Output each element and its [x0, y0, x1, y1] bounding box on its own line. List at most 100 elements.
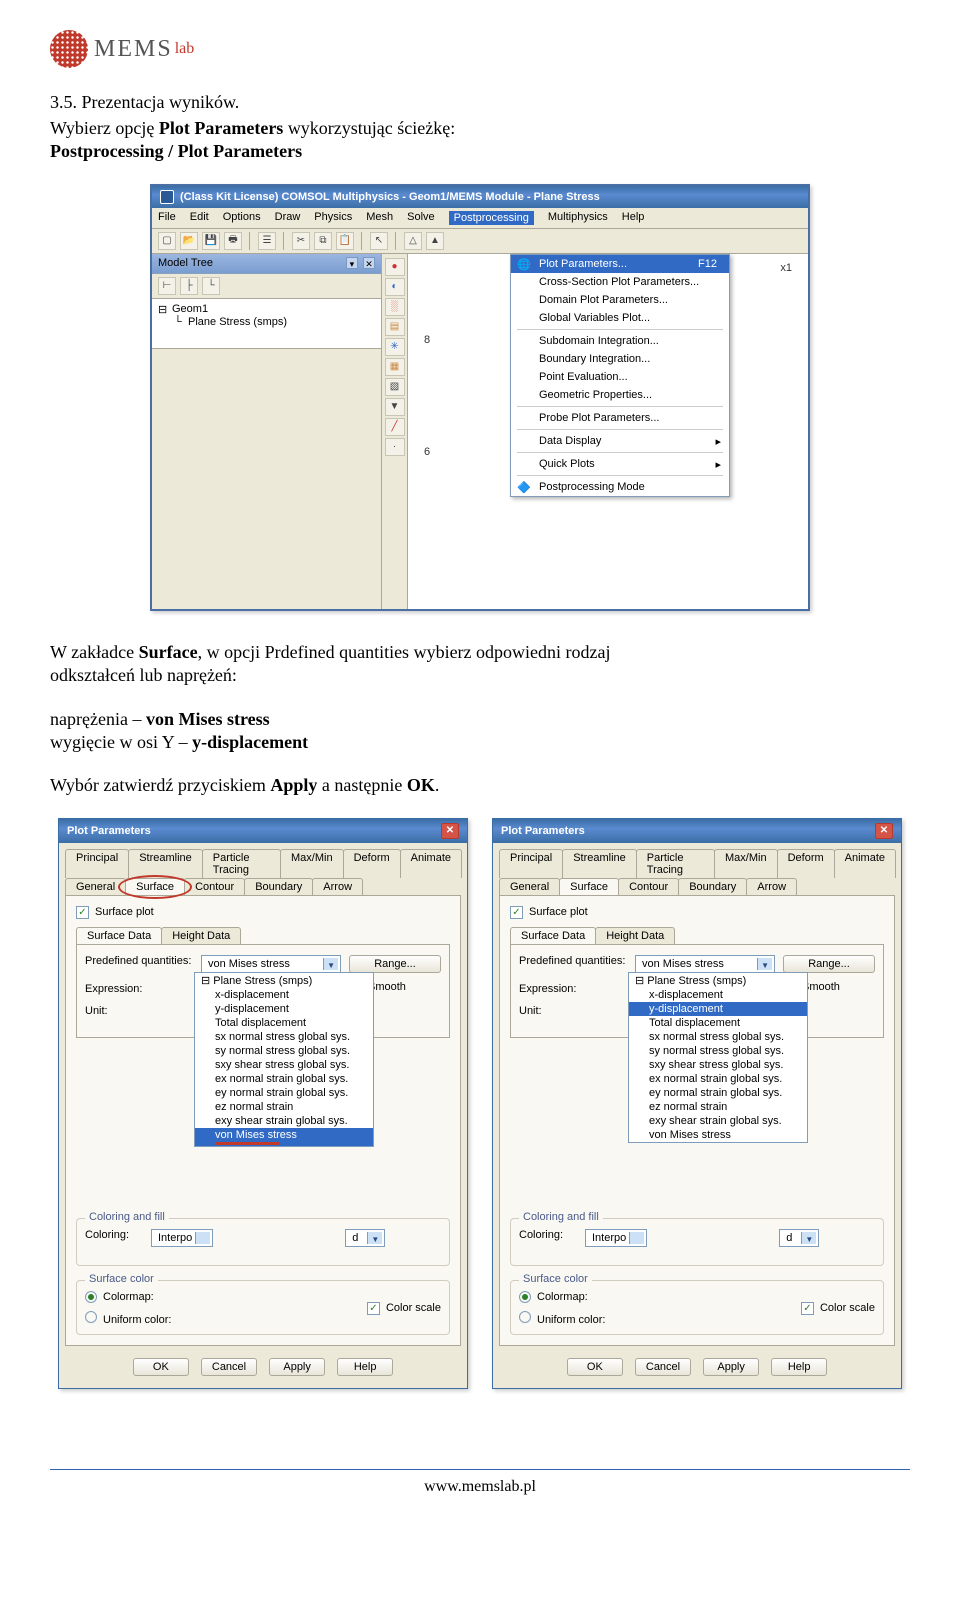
menu-file[interactable]: File: [158, 211, 176, 225]
coloring-combo[interactable]: Interpo: [151, 1229, 213, 1247]
tab-surface[interactable]: Surface: [125, 878, 185, 895]
menu-item[interactable]: Point Evaluation...: [511, 368, 729, 386]
uniform-radio[interactable]: Uniform color:: [519, 1311, 605, 1326]
copy-icon[interactable]: ⧉: [314, 232, 332, 250]
menu-options[interactable]: Options: [223, 211, 261, 225]
menu-item[interactable]: Probe Plot Parameters...: [511, 409, 729, 427]
dropdown-item[interactable]: x-displacement: [629, 988, 807, 1002]
tab-particle-tracing[interactable]: Particle Tracing: [202, 849, 281, 878]
tab-max/min[interactable]: Max/Min: [714, 849, 778, 878]
new-icon[interactable]: ▢: [158, 232, 176, 250]
triangle-icon[interactable]: △: [404, 232, 422, 250]
menu-item[interactable]: Global Variables Plot...: [511, 309, 729, 327]
vtool-icon[interactable]: ▧: [385, 378, 405, 396]
coloring-combo[interactable]: Interpo: [585, 1229, 647, 1247]
subtab-height-data[interactable]: Height Data: [161, 927, 241, 944]
close-icon[interactable]: ✕: [441, 823, 459, 839]
tab-streamline[interactable]: Streamline: [128, 849, 203, 878]
close-icon[interactable]: ✕: [875, 823, 893, 839]
menu-solve[interactable]: Solve: [407, 211, 435, 225]
ok-button[interactable]: OK: [133, 1358, 189, 1376]
predefined-combo[interactable]: von Mises stress▼: [201, 955, 341, 973]
dropdown-item[interactable]: sy normal stress global sys.: [195, 1044, 373, 1058]
menu-edit[interactable]: Edit: [190, 211, 209, 225]
tab-streamline[interactable]: Streamline: [562, 849, 637, 878]
cancel-button[interactable]: Cancel: [201, 1358, 257, 1376]
predefined-dropdown[interactable]: ⊟ Plane Stress (smps)x-displacementy-dis…: [194, 972, 374, 1147]
close-icon[interactable]: ✕: [363, 257, 375, 269]
tree-item[interactable]: Plane Stress (smps): [188, 316, 287, 328]
panel-icon[interactable]: ▾: [346, 257, 358, 269]
dropdown-item[interactable]: sx normal stress global sys.: [195, 1030, 373, 1044]
tab-principal[interactable]: Principal: [499, 849, 563, 878]
menu-draw[interactable]: Draw: [275, 211, 301, 225]
colormap-radio[interactable]: Colormap:: [519, 1291, 605, 1303]
tab-principal[interactable]: Principal: [65, 849, 129, 878]
subtab-surface-data[interactable]: Surface Data: [510, 927, 596, 944]
menu-item[interactable]: Cross-Section Plot Parameters...: [511, 273, 729, 291]
tab-boundary[interactable]: Boundary: [244, 878, 313, 895]
save-icon[interactable]: 💾: [202, 232, 220, 250]
colorscale-checkbox[interactable]: ✓ Color scale: [801, 1302, 875, 1315]
menu-item[interactable]: Geometric Properties...: [511, 386, 729, 404]
tab-contour[interactable]: Contour: [184, 878, 245, 895]
tab-deform[interactable]: Deform: [777, 849, 835, 878]
dropdown-item[interactable]: ey normal strain global sys.: [195, 1086, 373, 1100]
tab-surface[interactable]: Surface: [559, 878, 619, 895]
postprocessing-menu[interactable]: 🌐Plot Parameters...F12Cross-Section Plot…: [510, 254, 730, 497]
menu-item[interactable]: Boundary Integration...: [511, 350, 729, 368]
print-icon[interactable]: 🖶: [224, 232, 242, 250]
apply-button[interactable]: Apply: [703, 1358, 759, 1376]
tab-general[interactable]: General: [499, 878, 560, 895]
fill-combo[interactable]: d▼: [345, 1229, 385, 1247]
mesh-icon[interactable]: ▲: [426, 232, 444, 250]
dropdown-item[interactable]: exy shear strain global sys.: [629, 1114, 807, 1128]
paste-icon[interactable]: 📋: [336, 232, 354, 250]
vtool-icon[interactable]: ░: [385, 298, 405, 316]
dropdown-item[interactable]: y-displacement: [195, 1002, 373, 1016]
dropdown-item[interactable]: von Mises stress: [195, 1128, 373, 1146]
vtool-icon[interactable]: ●: [385, 258, 405, 276]
vtool-icon[interactable]: ◐: [385, 278, 405, 296]
fill-combo[interactable]: d▼: [779, 1229, 819, 1247]
tab-animate[interactable]: Animate: [834, 849, 896, 878]
menu-item[interactable]: Quick Plots▸: [511, 455, 729, 473]
range-button[interactable]: Range...: [783, 955, 875, 973]
subtab-surface-data[interactable]: Surface Data: [76, 927, 162, 944]
dropdown-item[interactable]: sxy shear stress global sys.: [195, 1058, 373, 1072]
dropdown-item[interactable]: sy normal stress global sys.: [629, 1044, 807, 1058]
dropdown-item[interactable]: exy shear strain global sys.: [195, 1114, 373, 1128]
tab-deform[interactable]: Deform: [343, 849, 401, 878]
range-button[interactable]: Range...: [349, 955, 441, 973]
tab-animate[interactable]: Animate: [400, 849, 462, 878]
menu-postprocessing[interactable]: Postprocessing: [449, 211, 534, 225]
dropdown-item[interactable]: Total displacement: [195, 1016, 373, 1030]
menubar[interactable]: File Edit Options Draw Physics Mesh Solv…: [152, 208, 808, 229]
predefined-dropdown[interactable]: ⊟ Plane Stress (smps)x-displacementy-dis…: [628, 972, 808, 1143]
dropdown-item[interactable]: y-displacement: [629, 1002, 807, 1016]
cut-icon[interactable]: ✂: [292, 232, 310, 250]
dropdown-item[interactable]: ez normal strain: [195, 1100, 373, 1114]
menu-mesh[interactable]: Mesh: [366, 211, 393, 225]
tree-tool-icon[interactable]: └: [202, 277, 220, 295]
model-tree[interactable]: ⊟Geom1 └Plane Stress (smps): [152, 299, 381, 349]
footer-link[interactable]: www.memslab.pl: [424, 1478, 536, 1495]
tab-contour[interactable]: Contour: [618, 878, 679, 895]
tree-tool-icon[interactable]: ⊢: [158, 277, 176, 295]
dropdown-item[interactable]: ex normal strain global sys.: [629, 1072, 807, 1086]
menu-item[interactable]: Subdomain Integration...: [511, 332, 729, 350]
dropdown-item[interactable]: sxy shear stress global sys.: [629, 1058, 807, 1072]
menu-item[interactable]: 🌐Plot Parameters...F12: [511, 255, 729, 273]
menu-item[interactable]: 🔷Postprocessing Mode: [511, 478, 729, 496]
dropdown-item[interactable]: sx normal stress global sys.: [629, 1030, 807, 1044]
colormap-radio[interactable]: Colormap:: [85, 1291, 171, 1303]
dropdown-item[interactable]: x-displacement: [195, 988, 373, 1002]
subtab-height-data[interactable]: Height Data: [595, 927, 675, 944]
surface-plot-checkbox[interactable]: ✓ Surface plot: [510, 906, 884, 919]
menu-item[interactable]: Domain Plot Parameters...: [511, 291, 729, 309]
tab-particle-tracing[interactable]: Particle Tracing: [636, 849, 715, 878]
vtool-icon[interactable]: ▤: [385, 318, 405, 336]
colorscale-checkbox[interactable]: ✓ Color scale: [367, 1302, 441, 1315]
tree-icon[interactable]: ☰: [258, 232, 276, 250]
ok-button[interactable]: OK: [567, 1358, 623, 1376]
